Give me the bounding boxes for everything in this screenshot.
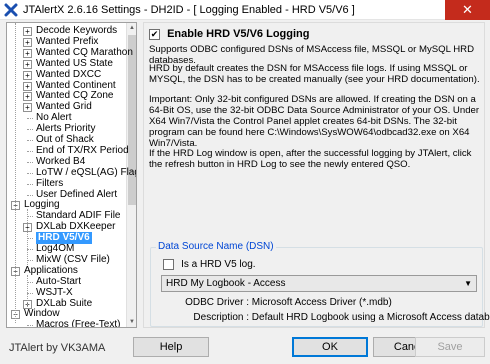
close-button[interactable]: ✕ (445, 0, 490, 20)
tree-scroll-thumb[interactable] (128, 35, 136, 205)
tree-connector (27, 129, 33, 131)
tree-connector (27, 140, 33, 141)
expand-icon[interactable]: + (23, 70, 32, 80)
expand-icon[interactable]: + (23, 103, 32, 113)
odbc-driver-row: ODBC Driver : Microsoft Access Driver (*… (161, 297, 392, 308)
ok-button[interactable]: OK (292, 337, 368, 357)
window-title: JTAlertX 2.6.16 Settings - DH2ID - [ Log… (23, 4, 355, 16)
info-paragraph-important: Important: Only 32-bit configured DSNs a… (149, 94, 480, 149)
tree-connector (27, 161, 33, 163)
settings-tree[interactable]: ▲ ▼ + Decode Keywords + Wanted Prefix + Wante… (6, 22, 137, 328)
dsn-group-title: Data Source Name (DSN) (156, 241, 276, 252)
dsn-select[interactable]: HRD My Logbook - Access ▼ (161, 275, 477, 292)
jtalert-app-icon (4, 3, 18, 17)
hrd-v5-row[interactable]: Is a HRD V5 log. (163, 258, 256, 270)
description-key: Description : (193, 312, 249, 323)
enable-hrd-logging-label: Enable HRD V5/V6 Logging (167, 28, 310, 41)
hrd-v5-checkbox[interactable] (163, 258, 174, 270)
description-value: Default HRD Logbook using a Microsoft Ac… (251, 312, 490, 323)
chevron-down-icon[interactable]: ▼ (464, 276, 472, 291)
description-row: Description : Default HRD Logbook using … (161, 312, 490, 323)
expand-icon[interactable]: + (23, 92, 32, 102)
close-icon: ✕ (462, 2, 473, 17)
tree-connector (27, 325, 33, 327)
tree-guide-line (27, 209, 28, 265)
tree-guide-line (15, 23, 16, 323)
odbc-driver-key: ODBC Driver : (185, 297, 249, 308)
info-paragraph-refresh: If the HRD Log window is open, after the… (149, 148, 472, 170)
enable-hrd-logging-row[interactable]: ✔ Enable HRD V5/V6 Logging (149, 28, 309, 40)
scroll-up-icon[interactable]: ▲ (127, 23, 136, 33)
expand-icon[interactable]: + (23, 48, 32, 58)
odbc-driver-value: Microsoft Access Driver (*.mdb) (251, 297, 392, 308)
help-button[interactable]: Help (133, 337, 209, 357)
expand-icon[interactable]: + (23, 27, 32, 36)
tree-item-macros-free-text[interactable]: Macros (Free-Text) (36, 319, 120, 327)
info-paragraph-default-dsn: HRD by default creates the DSN for MSAcc… (149, 63, 480, 85)
hrd-v5-label: Is a HRD V5 log. (181, 258, 256, 270)
expand-icon[interactable]: + (23, 37, 32, 47)
title-bar: JTAlertX 2.6.16 Settings - DH2ID - [ Log… (0, 0, 490, 20)
footer-brand: JTAlert by VK3AMA (9, 342, 106, 354)
enable-hrd-logging-checkbox[interactable]: ✔ (149, 28, 160, 40)
expand-icon[interactable]: + (23, 81, 32, 91)
tree-connector (27, 172, 33, 174)
hrd-settings-panel: ✔ Enable HRD V5/V6 Logging Supports ODBC… (143, 22, 490, 328)
tree-connector (27, 150, 33, 152)
dsn-groupbox: Data Source Name (DSN) Is a HRD V5 log. … (150, 241, 490, 327)
tree-guide-line (27, 275, 28, 307)
save-button[interactable]: Save (415, 337, 485, 357)
dsn-selected-value: HRD My Logbook - Access (166, 278, 286, 289)
scroll-down-icon[interactable]: ▼ (127, 317, 136, 327)
expand-icon[interactable]: + (23, 59, 32, 69)
tree-connector (27, 183, 33, 185)
tree-connector (27, 194, 33, 196)
tree-connector (27, 118, 33, 120)
